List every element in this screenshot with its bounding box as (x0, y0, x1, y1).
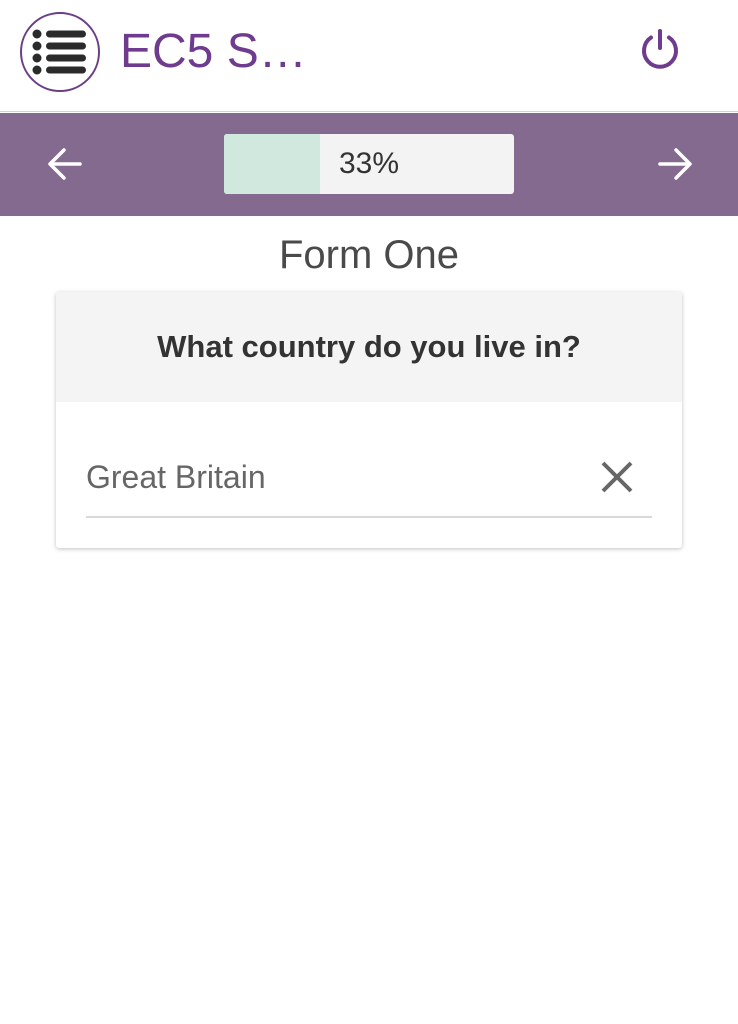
menu-button[interactable] (20, 12, 100, 92)
list-icon (32, 29, 86, 75)
previous-button[interactable] (40, 141, 90, 187)
close-icon (601, 461, 633, 493)
app-title: EC5 S… (120, 25, 307, 78)
question-navigation-bar: 33% (0, 113, 738, 216)
question-card: What country do you live in? Great Brita… (56, 292, 682, 548)
app-header: EC5 S… (0, 0, 738, 112)
clear-button[interactable] (592, 452, 642, 502)
country-value[interactable]: Great Britain (86, 452, 266, 502)
progress-bar: 33% (224, 134, 514, 194)
country-field[interactable]: Great Britain (86, 442, 652, 518)
arrow-right-icon (658, 148, 692, 180)
power-icon (642, 29, 678, 69)
next-button[interactable] (650, 141, 700, 187)
form-title: Form One (278, 233, 460, 277)
logout-button[interactable] (634, 24, 686, 76)
question-header: What country do you live in? (56, 292, 682, 402)
question-text: What country do you live in? (157, 329, 581, 364)
arrow-left-icon (48, 148, 82, 180)
progress-label: 33% (338, 147, 400, 180)
